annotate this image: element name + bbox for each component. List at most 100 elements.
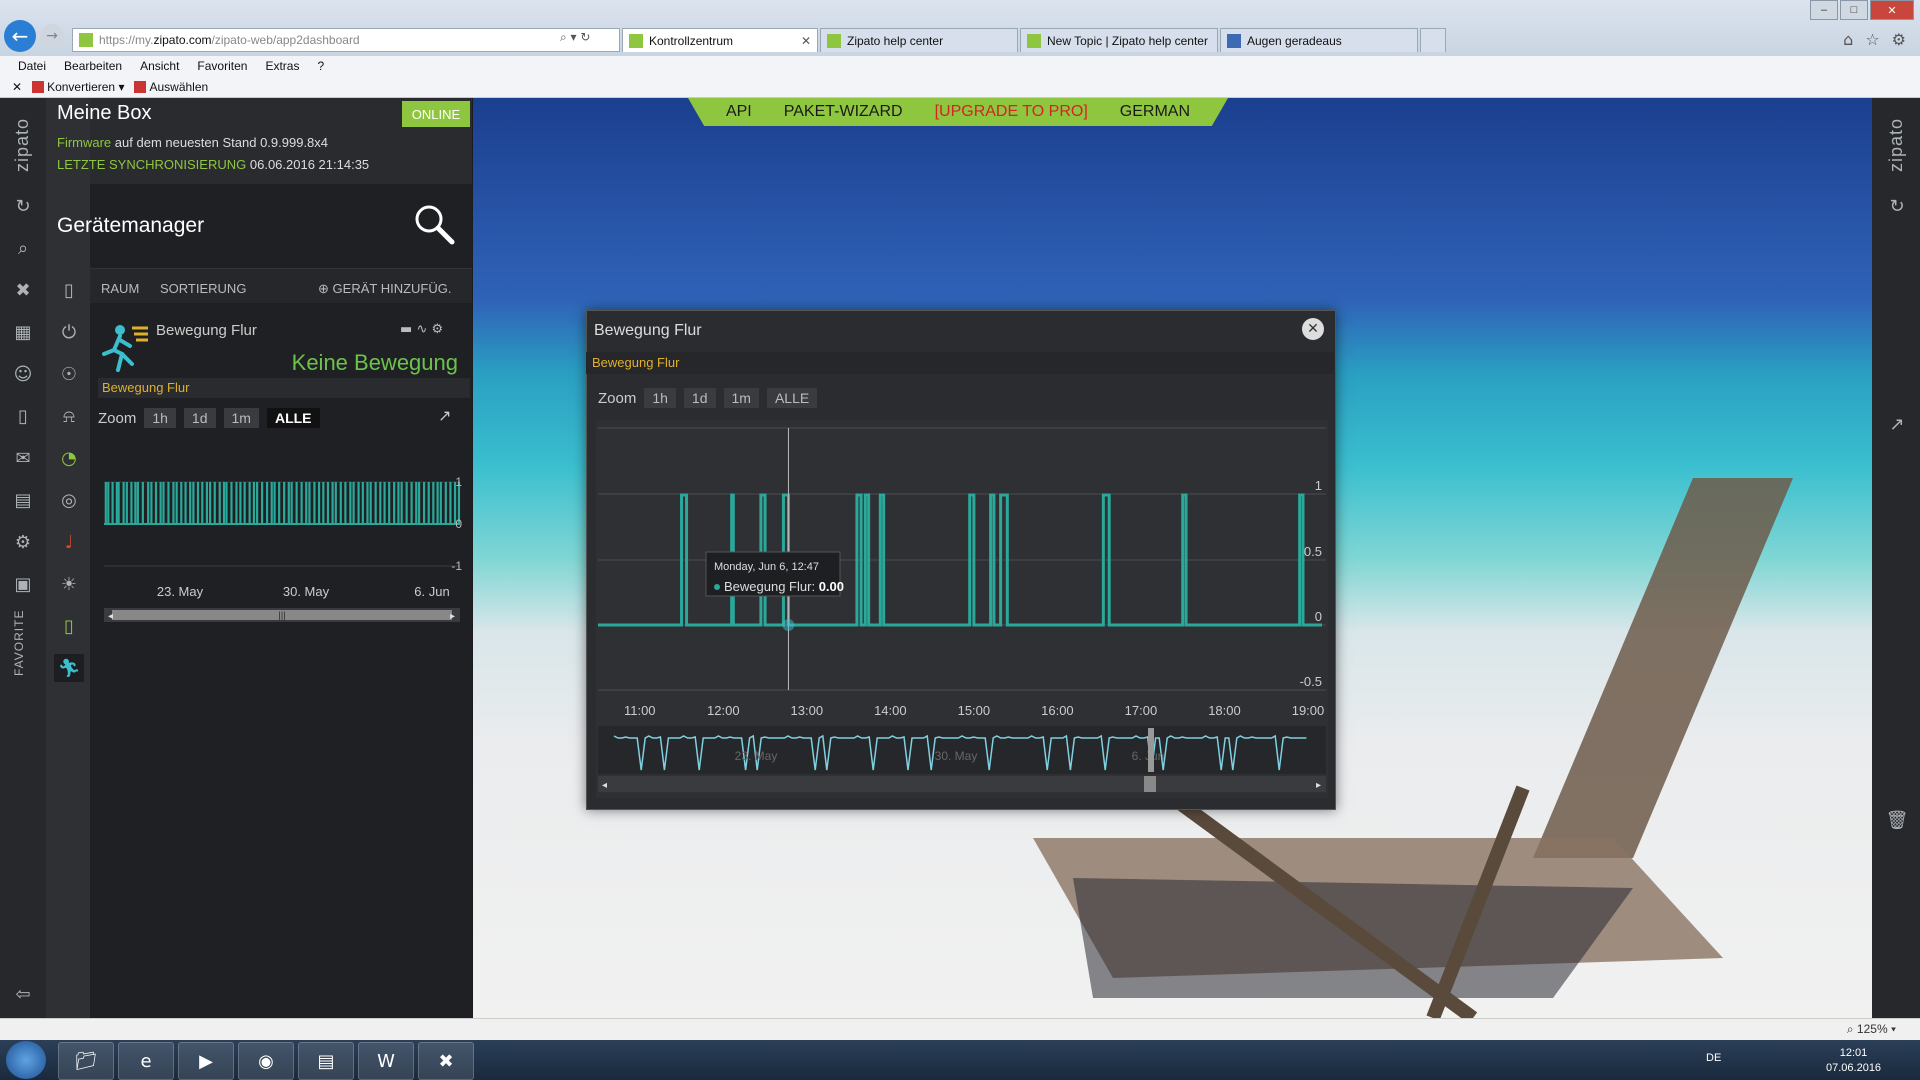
scroll-left-arrow[interactable]: ◂	[108, 611, 113, 622]
overview-bar	[122, 482, 125, 524]
address-bar-icons[interactable]: ⌕ ▾ ↻	[560, 30, 590, 45]
tab-zipato-help[interactable]: Zipato help center	[820, 28, 1018, 52]
subnav-room[interactable]: RAUM	[101, 281, 139, 296]
subnav-sort[interactable]: SORTIERUNG	[160, 281, 246, 296]
device-settings-icon[interactable]: ⚙	[431, 322, 443, 337]
navigator-handle[interactable]	[1148, 728, 1154, 772]
folder-icon[interactable]: ▤	[8, 486, 38, 514]
thermometer-icon[interactable]: ♩	[54, 528, 84, 556]
menu-language[interactable]: GERMAN	[1120, 103, 1190, 121]
back-arrow-icon[interactable]: ←	[4, 20, 36, 52]
tab-close-icon[interactable]: ✕	[801, 34, 811, 48]
window-close-icon[interactable]: ✕	[1870, 0, 1914, 20]
media-icon[interactable]: ▦	[8, 318, 38, 346]
explorer-icon[interactable]: 📁︎	[58, 1042, 114, 1080]
x-tick-label: 23. May	[157, 584, 204, 599]
settings-gear-icon[interactable]: ⚙	[1892, 30, 1906, 49]
tablet-icon[interactable]: ▯	[54, 276, 84, 304]
menu-bearbeiten[interactable]: Bearbeiten	[64, 59, 122, 73]
bell-icon[interactable]: ⍾	[54, 402, 84, 430]
menu-upgrade[interactable]: [UPGRADE TO PRO]	[935, 103, 1088, 121]
popout-icon[interactable]: ↗	[438, 406, 451, 425]
overview-bar	[339, 482, 342, 524]
overview-bar	[167, 482, 170, 524]
tray-clock[interactable]: 12:01 07.06.2016	[1826, 1046, 1881, 1076]
zoom-1m-button[interactable]: 1m	[723, 388, 759, 408]
share-icon[interactable]: ↗	[1882, 410, 1912, 438]
word-icon[interactable]: W	[358, 1042, 414, 1080]
y-tick-label: 0.5	[1304, 544, 1322, 559]
address-bar[interactable]: https://my. zipato.com/zipato-web/app2das…	[72, 28, 620, 52]
navigator-scroll-thumb[interactable]	[1144, 776, 1156, 792]
zoom-1h-button[interactable]: 1h	[644, 388, 676, 408]
zoom-1h-button[interactable]: 1h	[144, 408, 176, 428]
scroll-right-arrow[interactable]: ▸	[1316, 780, 1321, 791]
device-name[interactable]: Bewegung Flur	[156, 322, 257, 339]
device-icon[interactable]: ▯	[8, 402, 38, 430]
menu-api[interactable]: API	[726, 103, 752, 121]
new-tab-button[interactable]	[1420, 28, 1446, 52]
home-icon[interactable]: ⌂	[1843, 30, 1853, 49]
start-button[interactable]	[6, 1041, 46, 1079]
pdf-reader-icon[interactable]: ▤	[298, 1042, 354, 1080]
forward-arrow-icon[interactable]: →	[40, 24, 64, 48]
modal-close-icon[interactable]: ✕	[1302, 318, 1324, 340]
x-tick-label: 15:00	[958, 703, 991, 718]
select-button[interactable]: Auswählen	[134, 80, 208, 94]
scroll-grip-icon[interactable]: |||	[278, 611, 286, 622]
internet-explorer-icon[interactable]: e	[118, 1042, 174, 1080]
sensor-icon[interactable]: ◎	[54, 486, 84, 514]
trash-icon[interactable]: 🗑︎	[1882, 806, 1912, 834]
favorites-star-icon[interactable]: ☆	[1865, 30, 1879, 49]
logout-icon[interactable]: ⇦	[8, 980, 38, 1008]
browser-zoom-level[interactable]: ⌕ 125% ▾	[1847, 1022, 1896, 1037]
window-controls[interactable]: – □ ✕	[1810, 0, 1914, 20]
zoom-all-button[interactable]: ALLE	[766, 388, 818, 408]
search-icon[interactable]	[412, 202, 456, 246]
meter-icon[interactable]: ◔	[54, 444, 84, 472]
tray-language[interactable]: DE	[1706, 1052, 1721, 1064]
menu-extras[interactable]: Extras	[265, 59, 299, 73]
sync-icon[interactable]: ↻	[8, 192, 38, 220]
zoom-1d-button[interactable]: 1d	[683, 388, 716, 408]
cmdbar-close-icon[interactable]: ✕	[12, 80, 22, 94]
plug-icon[interactable]: ⏻	[54, 318, 84, 346]
maximize-icon[interactable]: □	[1840, 0, 1868, 20]
app-orange-icon[interactable]: ◉	[238, 1042, 294, 1080]
bulb-icon[interactable]: ☉	[54, 360, 84, 388]
menu-datei[interactable]: Datei	[18, 59, 46, 73]
firmware-label[interactable]: Firmware	[57, 135, 111, 150]
chart-icon[interactable]: ∿	[416, 322, 427, 337]
zoom-1m-button[interactable]: 1m	[223, 408, 259, 428]
browser-toolbar-icons[interactable]: ⌂ ☆ ⚙	[1843, 30, 1906, 49]
menu-help[interactable]: ?	[317, 59, 324, 73]
search-icon[interactable]: ⌕	[8, 234, 38, 262]
convert-button[interactable]: Konvertieren ▾	[32, 80, 124, 94]
motion-icon[interactable]: 🏃︎	[54, 654, 84, 682]
overview-bar	[439, 482, 442, 524]
overview-bar	[432, 482, 435, 524]
minimize-icon[interactable]: –	[1810, 0, 1838, 20]
add-device-button[interactable]: ⊕ GERÄT HINZUFÜG.	[318, 281, 451, 297]
tab-augen[interactable]: Augen geradeaus	[1220, 28, 1418, 52]
menu-ansicht[interactable]: Ansicht	[140, 59, 179, 73]
navigator-scrollbar[interactable]	[598, 776, 1326, 792]
media-player-icon[interactable]: ▶	[178, 1042, 234, 1080]
zoom-all-button[interactable]: ALLE	[266, 408, 320, 428]
mail-icon[interactable]: ✉	[8, 444, 38, 472]
app-red-icon[interactable]: ✖	[418, 1042, 474, 1080]
menu-favoriten[interactable]: Favoriten	[197, 59, 247, 73]
scroll-left-arrow[interactable]: ◂	[602, 780, 607, 791]
scenes-icon[interactable]: ✖	[8, 276, 38, 304]
scroll-right-arrow[interactable]: ▸	[450, 611, 455, 622]
weather-icon[interactable]: ☀	[54, 570, 84, 598]
zoom-1d-button[interactable]: 1d	[183, 408, 216, 428]
tab-kontrollzentrum[interactable]: Kontrollzentrum ✕	[622, 28, 818, 52]
door-icon[interactable]: ▯	[54, 612, 84, 640]
users-icon[interactable]: ☺	[8, 360, 38, 388]
sync-right-icon[interactable]: ↻	[1882, 192, 1912, 220]
menu-package-wizard[interactable]: PAKET-WIZARD	[784, 103, 903, 121]
clipboard-icon[interactable]: ▣	[8, 570, 38, 598]
settings-icon[interactable]: ⚙	[8, 528, 38, 556]
tab-new-topic[interactable]: New Topic | Zipato help center	[1020, 28, 1218, 52]
